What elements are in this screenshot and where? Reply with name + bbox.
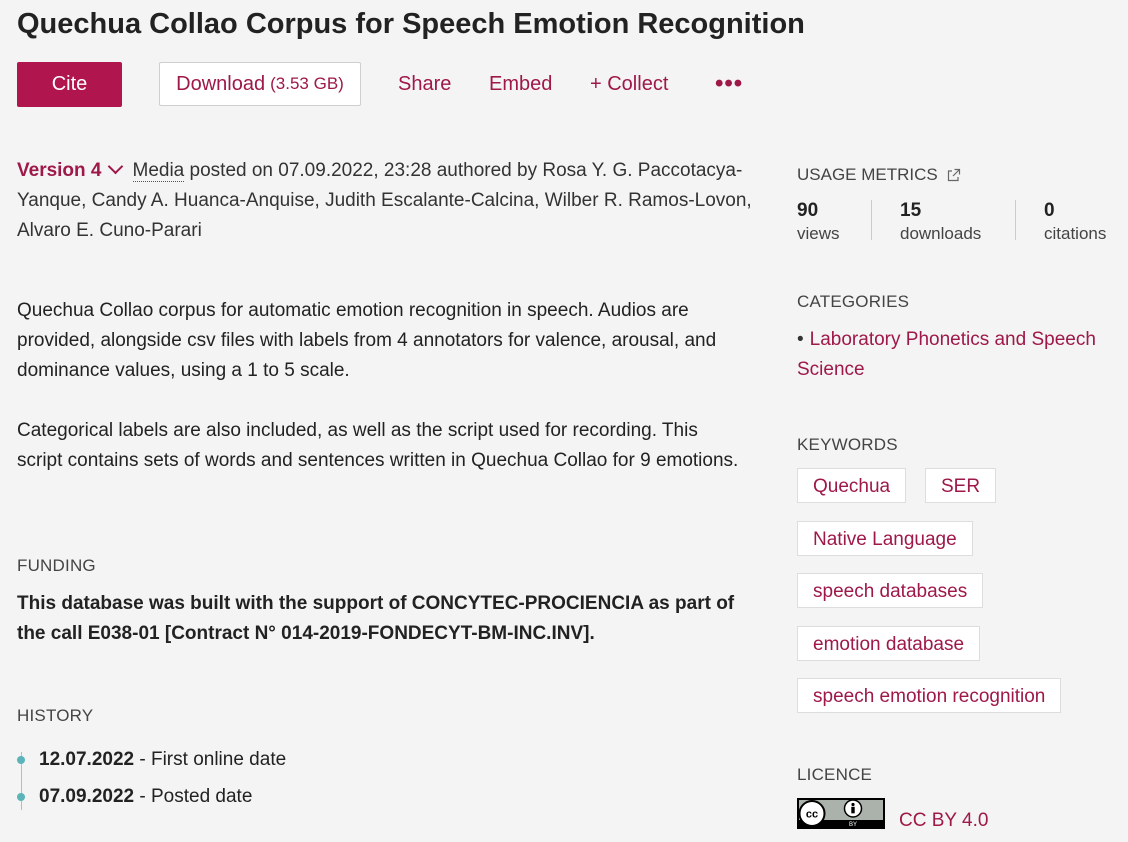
more-options-icon[interactable]: ••• — [715, 70, 743, 98]
download-label: Download — [176, 72, 266, 95]
cc-by-license-icon: cc BY — [797, 798, 885, 829]
keyword-tag[interactable]: speech databases — [797, 573, 984, 608]
funding-text: This database was built with the support… — [17, 593, 735, 644]
history-item: 07.09.2022 - Posted date — [17, 786, 252, 808]
usage-metrics-heading: USAGE METRICS — [797, 165, 938, 184]
page-title: Quechua Collao Corpus for Speech Emotion… — [17, 8, 805, 40]
metric-label: views — [797, 224, 840, 243]
licence-heading: LICENCE — [797, 765, 873, 784]
licence-link[interactable]: CC BY 4.0 — [899, 810, 988, 832]
history-event: - Posted date — [134, 786, 253, 807]
description-paragraph: Quechua Collao corpus for automatic emot… — [17, 300, 717, 381]
metric-divider — [1015, 200, 1016, 240]
embed-link[interactable]: Embed — [489, 73, 552, 96]
metric-label: citations — [1044, 224, 1107, 243]
category-item: • Laboratory Phonetics and Speech Science — [797, 325, 1127, 385]
usage-metrics-link[interactable]: USAGE METRICS — [797, 165, 961, 185]
cite-button[interactable]: Cite — [17, 62, 122, 107]
keywords-heading: KEYWORDS — [797, 435, 898, 454]
metric-views: 90 views — [797, 200, 840, 244]
categories-heading: CATEGORIES — [797, 292, 910, 311]
metric-value: 90 — [797, 200, 819, 221]
history-date: 12.07.2022 — [39, 749, 135, 770]
keyword-tag[interactable]: Native Language — [797, 521, 973, 556]
media-type-link[interactable]: Media — [132, 160, 185, 182]
history-heading: HISTORY — [17, 706, 94, 725]
chevron-down-icon — [107, 158, 123, 175]
share-link[interactable]: Share — [398, 73, 451, 96]
keyword-tag[interactable]: speech emotion recognition — [797, 678, 1062, 713]
metric-label: downloads — [900, 224, 982, 243]
metric-value: 15 — [900, 200, 922, 221]
metric-downloads: 15 downloads — [900, 200, 981, 244]
version-selector[interactable]: Version 4 — [17, 158, 133, 181]
svg-text:cc: cc — [806, 809, 818, 821]
description-paragraph: Categorical labels are also included, as… — [17, 420, 739, 471]
metric-divider — [871, 200, 872, 240]
version-label: Version 4 — [17, 160, 102, 181]
history-date: 07.09.2022 — [39, 786, 135, 807]
svg-text:BY: BY — [849, 822, 857, 828]
keyword-tag[interactable]: emotion database — [797, 626, 981, 661]
description: Quechua Collao corpus for automatic emot… — [17, 296, 747, 506]
bullet-icon: • — [797, 329, 804, 350]
item-meta: Version 4 Media posted on 07.09.2022, 23:… — [17, 156, 757, 246]
category-link[interactable]: Laboratory Phonetics and Speech Science — [797, 329, 1096, 380]
metric-citations: 0 citations — [1044, 200, 1106, 244]
download-button[interactable]: Download (3.53 GB) — [159, 62, 361, 106]
collect-link[interactable]: + Collect — [590, 73, 668, 96]
keyword-tag[interactable]: Quechua — [797, 468, 907, 503]
history-event: - First online date — [134, 749, 287, 770]
funding-heading: FUNDING — [17, 556, 96, 575]
history-item: 12.07.2022 - First online date — [17, 749, 286, 771]
external-link-icon — [948, 168, 961, 182]
download-size: (3.53 GB) — [270, 74, 344, 93]
keyword-tag[interactable]: SER — [925, 468, 997, 503]
metric-value: 0 — [1044, 200, 1055, 221]
